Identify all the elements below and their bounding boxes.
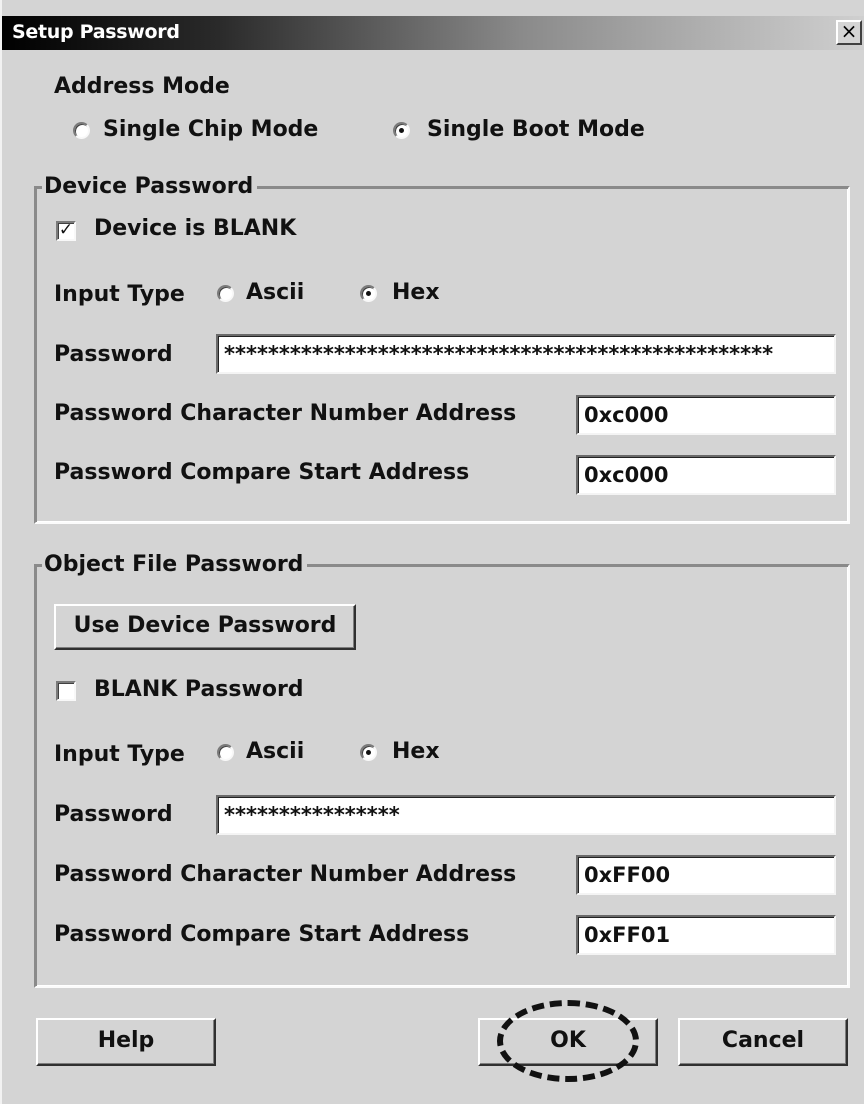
close-icon: ×: [840, 19, 858, 43]
close-button[interactable]: ×: [836, 20, 862, 45]
device-hex-radio[interactable]: [360, 285, 377, 302]
single-chip-mode-radio[interactable]: [73, 122, 90, 139]
blank-password-label[interactable]: BLANK Password: [94, 677, 304, 702]
device-char-number-address-label: Password Character Number Address: [54, 401, 517, 426]
device-is-blank-checkbox[interactable]: ✓: [56, 221, 76, 241]
device-password-label: Password: [54, 342, 173, 367]
object-char-number-address-label: Password Character Number Address: [54, 862, 517, 887]
device-input-type-label: Input Type: [54, 282, 185, 307]
device-is-blank-label[interactable]: Device is BLANK: [94, 216, 296, 241]
object-ascii-label[interactable]: Ascii: [246, 739, 304, 764]
object-file-password-legend: Object File Password: [42, 552, 308, 577]
device-ascii-label[interactable]: Ascii: [246, 280, 304, 305]
device-password-input[interactable]: ****************************************…: [216, 334, 836, 374]
object-ascii-radio[interactable]: [217, 744, 234, 761]
blank-password-checkbox[interactable]: [56, 681, 76, 701]
help-button[interactable]: Help: [36, 1018, 216, 1066]
single-boot-mode-radio[interactable]: [393, 122, 410, 139]
object-compare-start-address-label: Password Compare Start Address: [54, 922, 470, 947]
object-char-number-address-input[interactable]: 0xFF00: [576, 855, 836, 895]
address-mode-label: Address Mode: [54, 74, 230, 99]
ok-highlight-ring: [497, 1000, 639, 1082]
window-title: Setup Password: [12, 21, 180, 43]
cancel-button[interactable]: Cancel: [678, 1018, 848, 1066]
object-hex-radio[interactable]: [360, 744, 377, 761]
device-hex-label[interactable]: Hex: [392, 280, 440, 305]
object-hex-label[interactable]: Hex: [392, 739, 440, 764]
single-chip-mode-label[interactable]: Single Chip Mode: [103, 117, 318, 142]
object-compare-start-address-input[interactable]: 0xFF01: [576, 915, 836, 955]
device-char-number-address-input[interactable]: 0xc000: [576, 395, 836, 435]
title-bar[interactable]: Setup Password ×: [2, 16, 864, 50]
device-compare-start-address-input[interactable]: 0xc000: [576, 455, 836, 495]
object-input-type-label: Input Type: [54, 742, 185, 767]
device-ascii-radio[interactable]: [217, 285, 234, 302]
object-password-input[interactable]: ****************: [216, 795, 836, 835]
check-icon: ✓: [58, 220, 74, 240]
object-password-label: Password: [54, 802, 173, 827]
device-compare-start-address-label: Password Compare Start Address: [54, 460, 470, 485]
device-password-legend: Device Password: [42, 174, 258, 199]
use-device-password-button[interactable]: Use Device Password: [54, 604, 356, 650]
setup-password-dialog: Setup Password × Address Mode Single Chi…: [0, 0, 864, 1104]
single-boot-mode-label[interactable]: Single Boot Mode: [427, 117, 645, 142]
